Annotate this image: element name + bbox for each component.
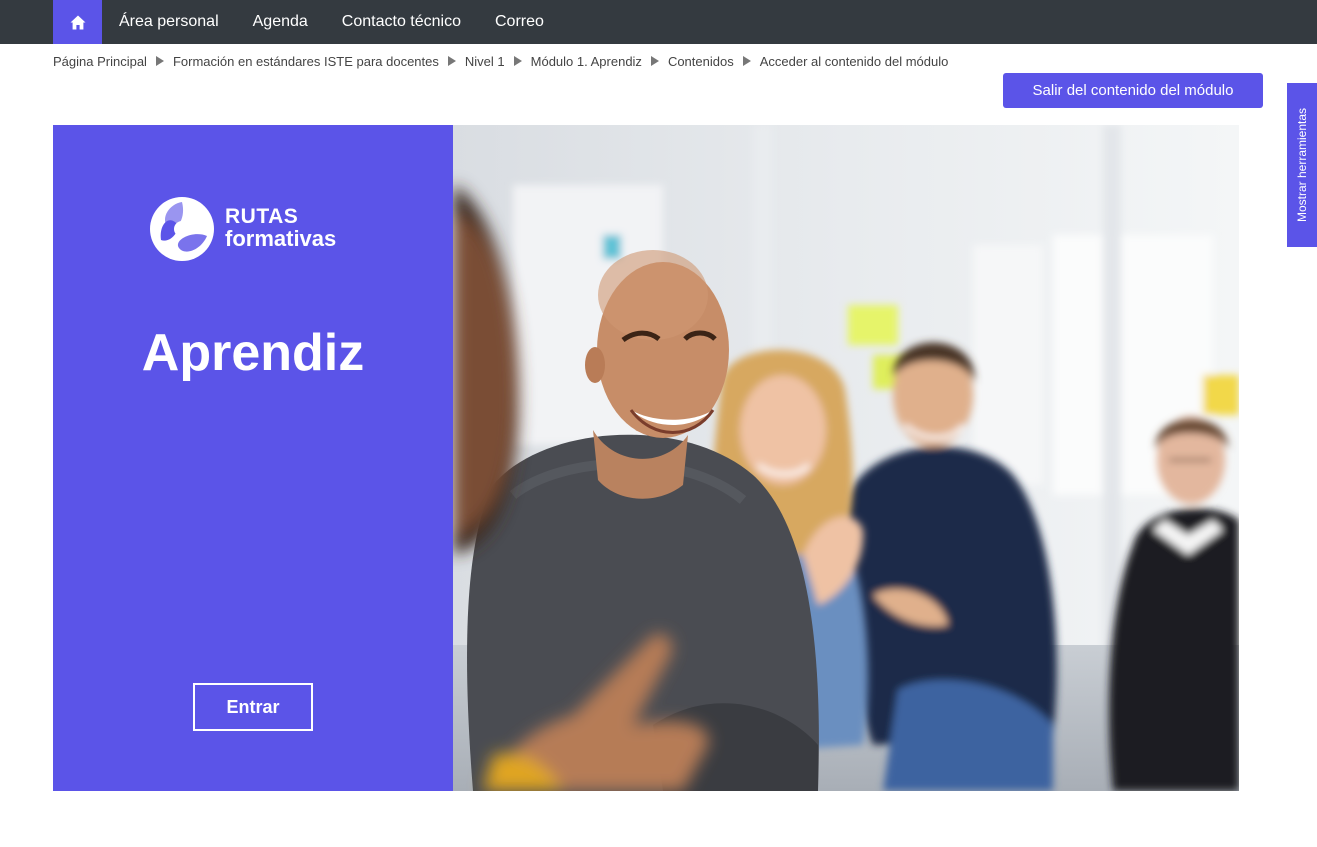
hero-photo xyxy=(453,125,1239,791)
home-button[interactable] xyxy=(53,0,102,44)
rutas-formativas-logo: RUTAS formativas xyxy=(149,196,359,262)
breadcrumb-separator-icon xyxy=(650,56,659,66)
exit-module-button[interactable]: Salir del contenido del módulo xyxy=(1003,73,1263,108)
logo-mark-icon xyxy=(150,197,214,261)
home-icon xyxy=(70,15,85,29)
logo-text: RUTAS formativas xyxy=(225,206,336,250)
logo-line1: RUTAS xyxy=(225,205,299,228)
show-tools-label: Mostrar herramientas xyxy=(1295,107,1310,223)
logo-line2: formativas xyxy=(225,226,337,251)
nav-area-personal[interactable]: Área personal xyxy=(102,0,236,44)
breadcrumb-separator-icon xyxy=(513,56,522,66)
hero-panel: RUTAS formativas Aprendiz Entrar xyxy=(53,125,453,791)
breadcrumb-separator-icon xyxy=(447,56,456,66)
nav-contacto-tecnico[interactable]: Contacto técnico xyxy=(325,0,478,44)
breadcrumb-current[interactable]: Acceder al contenido del módulo xyxy=(760,54,949,69)
breadcrumb-level[interactable]: Nivel 1 xyxy=(465,54,505,69)
breadcrumb-separator-icon xyxy=(155,56,164,66)
show-tools-tab[interactable]: Mostrar herramientas xyxy=(1287,83,1317,247)
breadcrumb-home[interactable]: Página Principal xyxy=(53,54,147,69)
nav-agenda[interactable]: Agenda xyxy=(236,0,325,44)
breadcrumb: Página Principal Formación en estándares… xyxy=(53,52,948,70)
breadcrumb-contents[interactable]: Contenidos xyxy=(668,54,734,69)
breadcrumb-module[interactable]: Módulo 1. Aprendiz xyxy=(531,54,642,69)
breadcrumb-course[interactable]: Formación en estándares ISTE para docent… xyxy=(173,54,439,69)
nav-correo[interactable]: Correo xyxy=(478,0,561,44)
module-title: Aprendiz xyxy=(141,324,365,382)
top-navbar: Área personal Agenda Contacto técnico Co… xyxy=(0,0,1317,44)
module-hero: RUTAS formativas Aprendiz Entrar xyxy=(53,125,1239,791)
enter-button[interactable]: Entrar xyxy=(193,683,313,731)
breadcrumb-separator-icon xyxy=(742,56,751,66)
